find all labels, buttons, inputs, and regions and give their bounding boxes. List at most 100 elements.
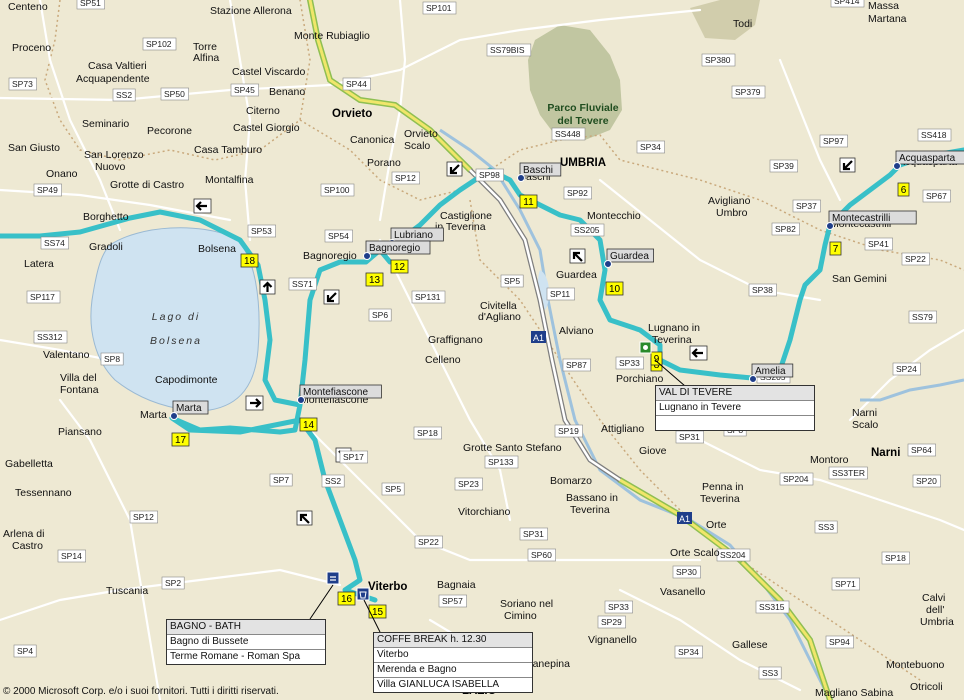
callout-title: VAL DI TEVERE	[656, 386, 814, 400]
stop-number-label: 15	[372, 607, 384, 618]
road-number: SS448	[555, 129, 581, 139]
place-name: Orte	[706, 519, 727, 531]
arrow-left-icon	[689, 345, 708, 361]
stop-pin-icon[interactable]	[893, 162, 901, 170]
road-number: SP8	[104, 354, 120, 364]
road-label: SP12	[391, 171, 420, 185]
road-number: SP34	[640, 142, 661, 152]
arrow-left-icon	[193, 198, 212, 214]
stop-number[interactable]: 6	[897, 182, 910, 197]
road-number: SP44	[346, 79, 367, 89]
stop-pin-icon[interactable]	[517, 174, 525, 182]
stop-number[interactable]: 17	[171, 432, 190, 447]
stop-pin-icon[interactable]	[363, 252, 371, 260]
place-name: Montalfina	[205, 174, 254, 186]
road-number: SP133	[488, 457, 514, 467]
road-number: SP6	[372, 310, 388, 320]
stop-name: Montecastrilli	[832, 213, 890, 224]
place-name: Magliano Sabina	[815, 687, 893, 699]
road-label: SP39	[769, 159, 798, 173]
road-number: SP131	[415, 292, 441, 302]
stop-number[interactable]: 13	[365, 272, 384, 287]
road-label: SP17	[339, 450, 368, 464]
stop-number[interactable]: 10	[605, 281, 624, 296]
stop-number[interactable]: 12	[390, 259, 409, 274]
road-number: SP117	[30, 292, 55, 302]
road-number: SP37	[796, 201, 817, 211]
place-name: Acquapendente	[76, 73, 150, 85]
place-name: Monte Rubiaglio	[294, 30, 370, 42]
stop-number[interactable]: 11	[519, 194, 538, 209]
road-label: SP22	[414, 535, 443, 549]
callout-bagno[interactable]: BAGNO - BATH Bagno di Bussete Terme Roma…	[166, 619, 326, 665]
road-number: SP379	[735, 87, 761, 97]
road-label: SS3TER	[828, 466, 868, 480]
place-name: Benano	[269, 86, 305, 98]
road-label: SP18	[881, 551, 910, 565]
place-name: Porano	[367, 157, 401, 169]
road-number: SS312	[37, 332, 63, 342]
road-label: SS79BIS	[486, 43, 532, 57]
road-number: SP50	[164, 89, 185, 99]
callout-title: BAGNO - BATH	[167, 620, 325, 634]
road-label: SP71	[831, 577, 860, 591]
arrow-up-icon	[259, 279, 276, 295]
place-name: Vitorchiano	[458, 506, 511, 518]
road-label: SP38	[748, 283, 777, 297]
place-name: Borghetto	[83, 211, 129, 223]
copyright-notice: © 2000 Microsoft Corp. e/o i suoi fornit…	[3, 686, 279, 697]
road-number: SP11	[550, 289, 570, 299]
stop-number[interactable]: 14	[299, 417, 318, 432]
road-label: SP31	[675, 430, 704, 444]
place-name: Canonica	[350, 134, 395, 146]
stop-number[interactable]: 18	[240, 253, 259, 268]
stop-pin-icon[interactable]	[826, 222, 834, 230]
callout-coffee-break[interactable]: COFFE BREAK h. 12.30 Viterbo Merenda e B…	[373, 632, 533, 693]
road-label: SP94	[825, 635, 854, 649]
poi-lugnano-icon[interactable]	[639, 341, 652, 354]
road-number: SS204	[720, 550, 746, 560]
stop-number[interactable]: 7	[829, 241, 842, 256]
road-number: SP92	[567, 188, 588, 198]
road-number: SS79BIS	[490, 45, 525, 55]
road-label: SP14	[57, 549, 86, 563]
arrow-downleft-icon	[323, 289, 340, 305]
stop-pin-icon[interactable]	[749, 375, 757, 383]
place-name: Arlena di	[3, 528, 44, 540]
place-name: Soriano nel	[500, 598, 553, 610]
stop-pin-icon[interactable]	[297, 396, 305, 404]
stop-name: Baschi	[523, 165, 553, 176]
road-number: SS71	[292, 279, 313, 289]
place-name: Bagnaia	[437, 579, 476, 591]
stop-pin-icon[interactable]	[170, 412, 178, 420]
road-number: SP5	[385, 484, 401, 494]
stop-number-label: 16	[341, 594, 353, 605]
road-label: SP7	[269, 473, 293, 487]
poi-coffee-icon[interactable]	[356, 587, 370, 601]
stop-pin-icon[interactable]	[604, 260, 612, 268]
road-label: SP4	[13, 644, 37, 658]
road-label: SP18	[413, 426, 442, 440]
road-number: SS3	[762, 668, 778, 678]
place-name: dell'	[926, 604, 944, 616]
place-name: Grotte di Castro	[110, 179, 184, 191]
stop-name: Montefiascone	[303, 387, 368, 398]
stop-number[interactable]: 16	[337, 591, 356, 606]
place-name: Porchiano	[616, 373, 663, 385]
road-number: SP23	[458, 479, 479, 489]
place-name: Gabelletta	[5, 458, 53, 470]
road-label: SS2	[321, 474, 345, 488]
place-name: San Gemini	[832, 273, 887, 285]
road-label: SP33	[604, 600, 633, 614]
stop-number[interactable]: 9	[650, 351, 663, 366]
road-number: SS315	[759, 602, 785, 612]
road-label: SP51	[76, 0, 105, 10]
route-map[interactable]: A1 A1 SP51 SP101 SP102 SS79BIS SS2 SP50 SP45 SP…	[0, 0, 964, 700]
poi-bath-icon[interactable]	[326, 571, 340, 585]
road-number: SP82	[775, 224, 796, 234]
place-name: Vignanello	[588, 634, 637, 646]
road-number: SP94	[829, 637, 850, 647]
place-name: Todi	[733, 18, 752, 30]
callout-val-di-tevere[interactable]: VAL DI TEVERE Lugnano in Tevere	[655, 385, 815, 431]
arrow-upleft-icon	[296, 510, 313, 526]
